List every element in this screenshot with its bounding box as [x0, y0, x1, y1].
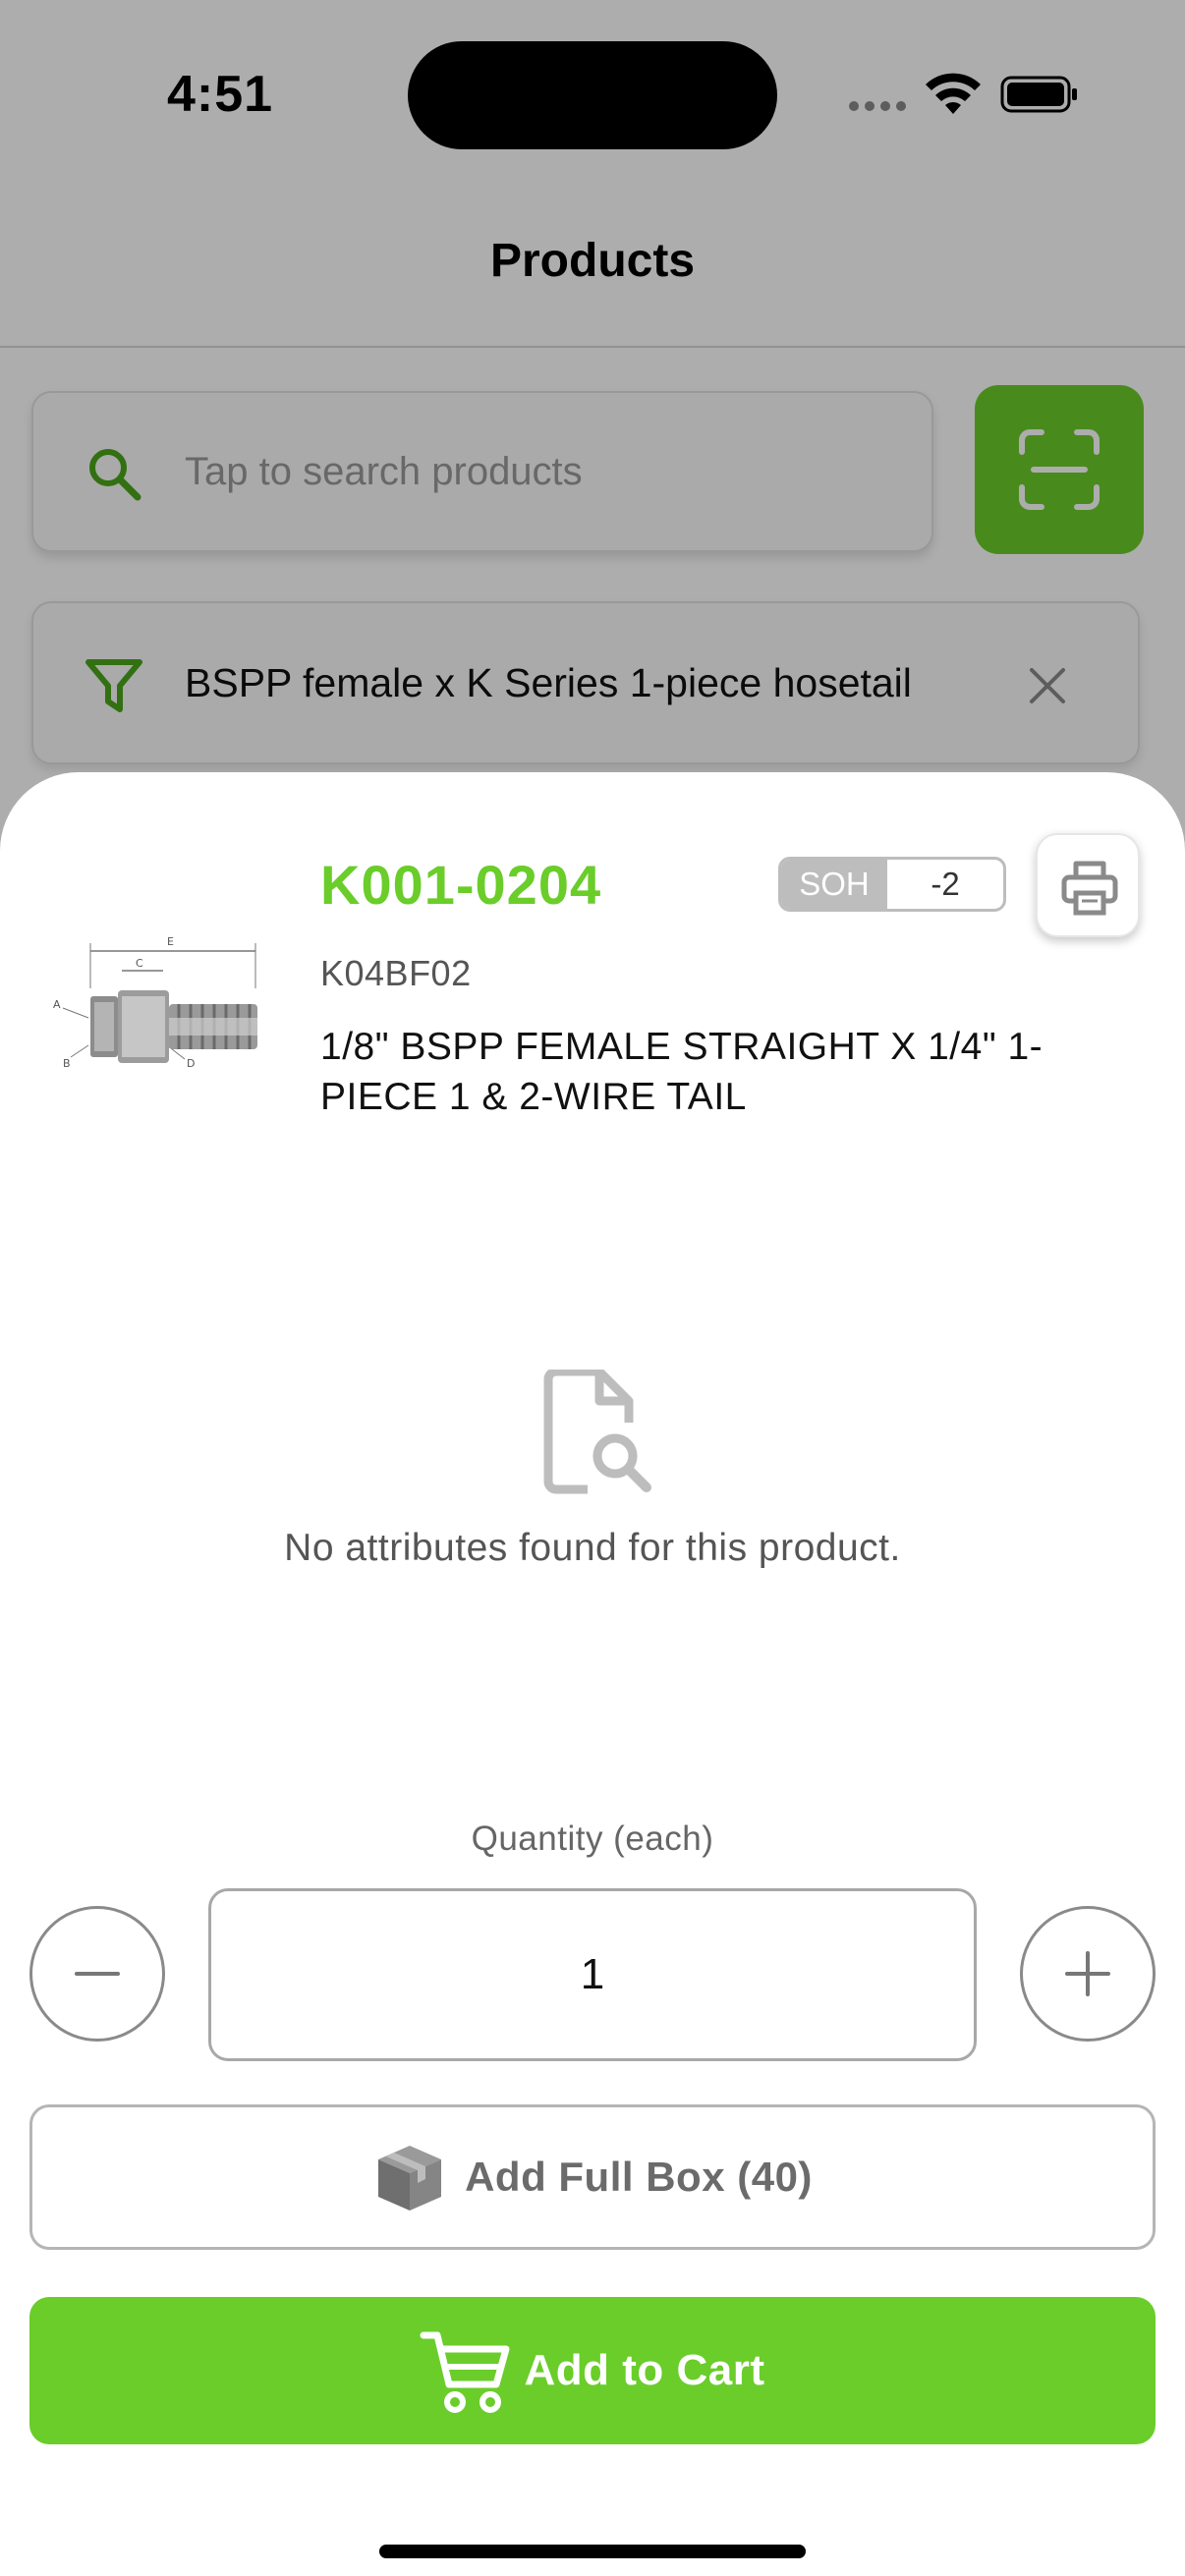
print-icon	[1061, 861, 1118, 916]
print-button[interactable]	[1036, 833, 1140, 937]
minus-icon	[75, 1972, 120, 1976]
no-attributes-message: No attributes found for this product.	[284, 1527, 901, 1569]
svg-text:D: D	[187, 1057, 195, 1070]
product-detail-sheet: E C A B D K001-0204 SOH -2 K04BF02 1/8" …	[0, 772, 1185, 2576]
quantity-input[interactable]: 1	[208, 1888, 977, 2061]
decrease-quantity-button[interactable]	[29, 1906, 165, 2042]
add-full-box-button[interactable]: Add Full Box (40)	[29, 2104, 1156, 2250]
box-icon	[378, 2146, 442, 2211]
soh-value: -2	[931, 866, 960, 902]
plus-icon	[1065, 1951, 1110, 1996]
document-search-icon	[543, 1370, 651, 1494]
product-image: E C A B D	[53, 935, 257, 1070]
svg-text:A: A	[53, 998, 61, 1011]
add-to-cart-label: Add to Cart	[524, 2346, 765, 2394]
increase-quantity-button[interactable]	[1020, 1906, 1156, 2042]
svg-text:C: C	[136, 957, 143, 970]
home-indicator[interactable]	[379, 2545, 806, 2558]
svg-text:B: B	[63, 1057, 71, 1070]
product-code: K001-0204	[320, 854, 602, 916]
svg-text:E: E	[167, 935, 174, 948]
add-to-cart-button[interactable]: Add to Cart	[29, 2297, 1156, 2444]
stock-on-hand-badge: SOH -2	[778, 857, 1006, 912]
cart-icon	[420, 2331, 510, 2413]
product-description: 1/8" BSPP FEMALE STRAIGHT X 1/4" 1-PIECE…	[320, 1026, 1044, 1118]
soh-label: SOH	[781, 860, 887, 909]
supplier-code: K04BF02	[320, 953, 472, 993]
add-full-box-label: Add Full Box (40)	[465, 2154, 813, 2200]
quantity-label: Quantity (each)	[471, 1820, 714, 1858]
